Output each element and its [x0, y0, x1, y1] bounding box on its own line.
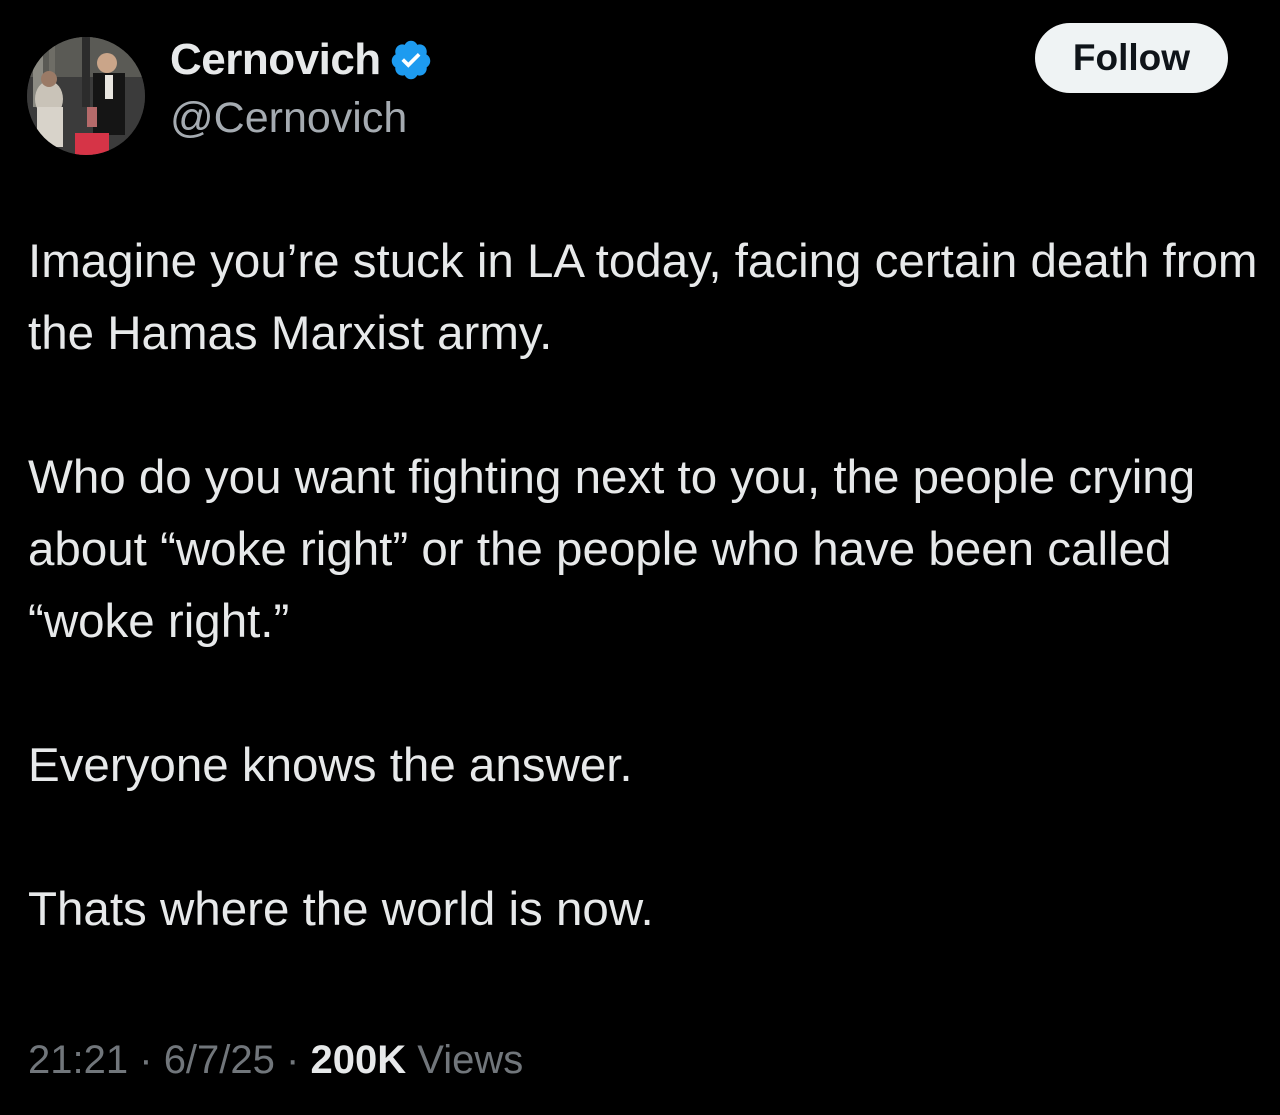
views-label: Views — [417, 1038, 524, 1082]
tweet-date[interactable]: 6/7/25 — [164, 1038, 275, 1082]
verified-badge-icon[interactable] — [389, 38, 433, 82]
tweet-paragraph-1: Imagine you’re stuck in LA today, facing… — [28, 235, 1258, 360]
tweet-time[interactable]: 21:21 — [28, 1038, 128, 1082]
avatar-photo — [27, 37, 145, 155]
tweet: Cernovich @Cernovich Follow Imagine you’… — [0, 0, 1280, 1115]
tweet-meta: 21:21 · 6/7/25 · 200K Views — [28, 1034, 523, 1086]
author-info: Cernovich @Cernovich — [170, 34, 433, 144]
follow-button[interactable]: Follow — [1035, 23, 1228, 93]
views-count[interactable]: 200K — [310, 1038, 406, 1082]
name-row: Cernovich — [170, 34, 433, 86]
author-display-name[interactable]: Cernovich — [170, 34, 381, 86]
tweet-text: Imagine you’re stuck in LA today, facing… — [28, 226, 1258, 946]
meta-separator: · — [139, 1038, 153, 1082]
meta-separator: · — [286, 1038, 300, 1082]
tweet-paragraph-2: Who do you want fighting next to you, th… — [28, 451, 1196, 648]
tweet-paragraph-4: Thats where the world is now. — [28, 883, 654, 936]
author-handle[interactable]: @Cernovich — [170, 92, 433, 144]
tweet-paragraph-3: Everyone knows the answer. — [28, 739, 633, 792]
avatar[interactable] — [27, 37, 145, 155]
